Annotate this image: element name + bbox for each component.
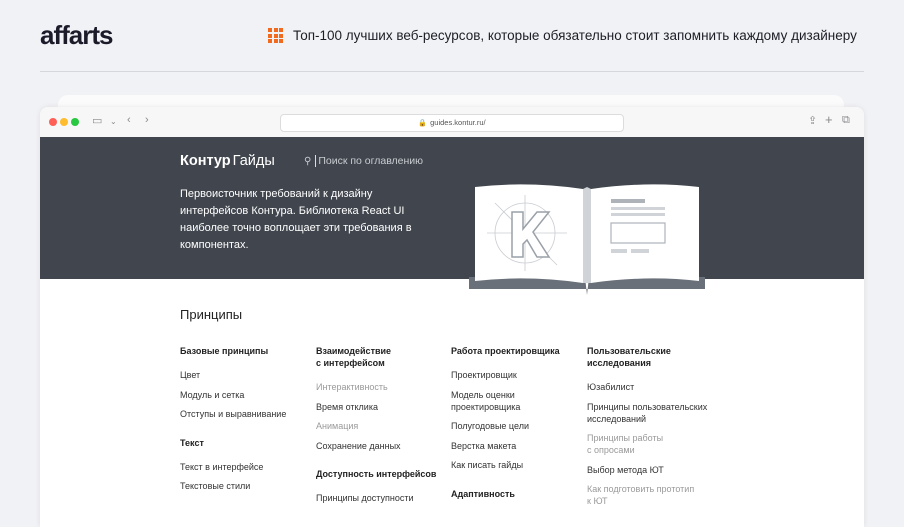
site-header: affarts Топ-100 лучших веб-ресурсов, кот… [0,0,904,72]
share-icon[interactable]: ⇪ [808,114,817,127]
nav-link[interactable]: Анимация [316,420,446,432]
nav-link[interactable]: Верстка макета [451,440,581,452]
column-1: Базовые принципы Цвет Модуль и сетка Отс… [180,345,310,500]
nav-link[interactable]: Время отклика [316,401,446,413]
hero-banner: Контур Гайды ⚲ Поиск по оглавлению Первои… [40,137,864,295]
brand-primary: Контур [180,153,231,169]
nav-link[interactable]: Как писать гайды [451,459,581,471]
nav-link[interactable]: Юзабилист [587,381,717,393]
nav-link[interactable]: Текстовые стили [180,480,310,492]
nav-link[interactable]: Модель оценки проектировщика [451,389,581,413]
group-heading: Работа проектировщика [451,346,560,356]
maximize-window-icon[interactable] [71,118,79,126]
header-divider [40,71,864,72]
search-icon: ⚲ [304,155,312,167]
close-window-icon[interactable] [49,118,57,126]
minimize-window-icon[interactable] [60,118,68,126]
nav-link[interactable]: Полугодовые цели [451,420,581,432]
kontur-brand[interactable]: Контур Гайды [180,153,275,169]
group-heading: Взаимодействие с интерфейсом [316,346,392,368]
nav-link[interactable]: Выбор метода ЮТ [587,464,717,476]
column-2: Взаимодействие с интерфейсом Интерактивн… [316,345,446,512]
group-heading: Текст [180,437,204,448]
principles-section: Принципы Базовые принципы Цвет Модуль и … [40,279,864,527]
brand-secondary: Гайды [232,153,275,169]
lock-icon: 🔒 [418,120,428,127]
group-heading: Адаптивность [451,488,515,499]
chevron-down-icon[interactable]: ⌄ [110,117,117,126]
browser-toolbar: ▭ ⌄ ‹ › 🔒 guides.kontur.ru/ ⇪ + ⧉ [40,107,864,138]
logo-text: affarts [40,20,113,50]
nav-link[interactable]: Принципы пользовательских исследований [587,401,717,425]
group-heading: Доступность интерфейсов [316,469,437,479]
nav-link[interactable]: Интерактивность [316,381,446,393]
nav-link[interactable]: Текст в интерфейсе [180,461,310,473]
search-placeholder: Поиск по оглавлению [318,155,424,167]
tabs-overview-icon[interactable]: ⧉ [842,114,850,127]
column-3: Работа проектировщика Проектировщик Моде… [451,345,581,512]
nav-link[interactable]: Принципы работы с опросами [587,432,717,456]
group-heading: Базовые принципы [180,346,269,356]
forward-arrow-icon[interactable]: › [145,114,149,126]
browser-window: ▭ ⌄ ‹ › 🔒 guides.kontur.ru/ ⇪ + ⧉ Контур Г… [40,107,864,527]
search-field[interactable]: ⚲ Поиск по оглавлению [304,155,423,167]
grid-icon [268,28,283,43]
nav-link[interactable]: Принципы доступности [316,492,446,504]
article-heading: Топ-100 лучших веб-ресурсов, которые обя… [268,28,857,43]
site-logo[interactable]: affarts [40,20,113,51]
address-bar[interactable]: 🔒 guides.kontur.ru/ [280,114,624,132]
nav-link[interactable]: Модуль и сетка [180,389,310,401]
group-heading: Пользовательские исследования [587,346,671,368]
text-caret [315,155,317,167]
section-title: Принципы [180,307,243,322]
column-4: Пользовательские исследования Юзабилист … [587,345,717,515]
hero-description: Первоисточник требований к дизайну интер… [180,188,412,251]
sidebar-toggle-icon[interactable]: ▭ [92,114,102,127]
address-url: guides.kontur.ru/ [430,118,486,127]
new-tab-icon[interactable]: + [825,112,833,127]
nav-link[interactable]: Проектировщик [451,369,581,381]
article-title: Топ-100 лучших веб-ресурсов, которые обя… [293,28,857,43]
back-arrow-icon[interactable]: ‹ [127,114,131,126]
nav-link[interactable]: Сохранение данных [316,440,446,452]
nav-link[interactable]: Как подготовить прототип к ЮТ [587,483,717,507]
nav-link[interactable]: Отступы и выравнивание [180,408,310,420]
nav-link[interactable]: Цвет [180,369,310,381]
